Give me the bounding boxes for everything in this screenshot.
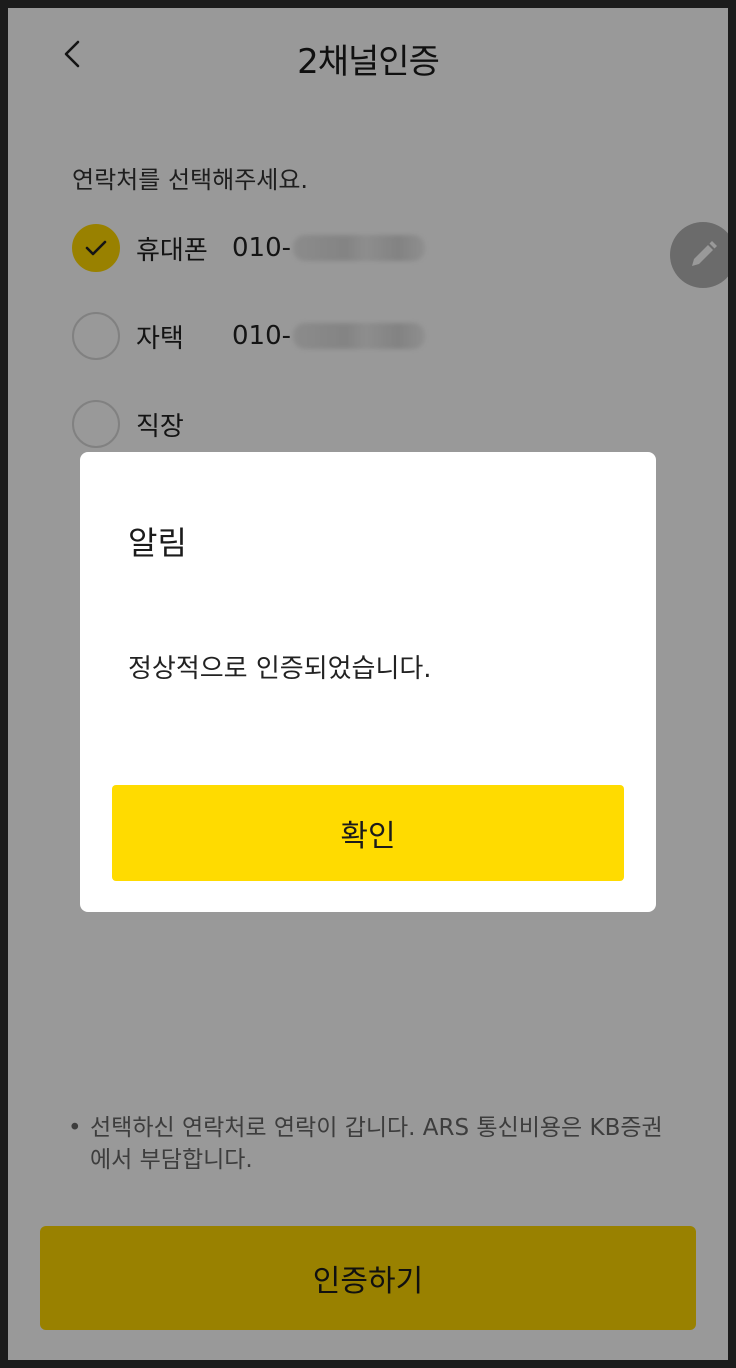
confirm-button[interactable]: 확인 [112, 785, 624, 881]
dialog-message: 정상적으로 인증되었습니다. [128, 654, 432, 684]
app-screen: 2채널인증 연락처를 선택해주세요. 휴대폰 010- 자택 010- 직장 •… [8, 8, 728, 1360]
dialog-title: 알림 [128, 524, 187, 562]
alert-dialog: 알림 정상적으로 인증되었습니다. 확인 [80, 452, 656, 912]
